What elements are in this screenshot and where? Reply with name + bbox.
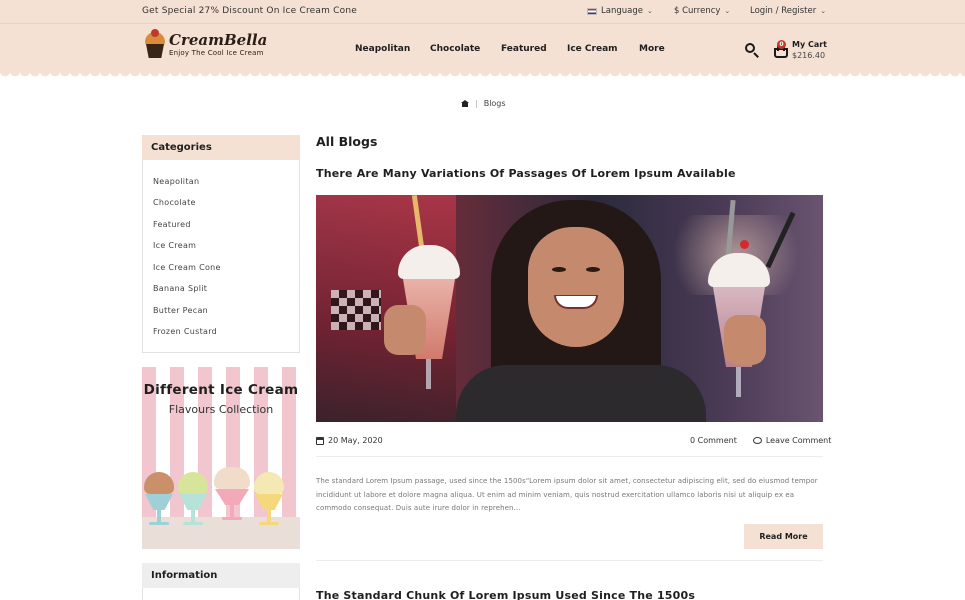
ice-cream-bowl-image xyxy=(214,467,250,520)
ice-cream-cup-icon xyxy=(144,29,166,60)
post-title[interactable]: The Standard Chunk Of Lorem Ipsum Used S… xyxy=(316,589,695,600)
nav-item-neapolitan[interactable]: Neapolitan xyxy=(355,44,410,54)
category-item-frozen-custard[interactable]: Frozen Custard xyxy=(153,327,217,336)
divider xyxy=(316,560,823,561)
logo[interactable]: CreamBella Enjoy The Cool Ice Cream xyxy=(144,29,268,60)
brand-tagline: Enjoy The Cool Ice Cream xyxy=(169,49,264,57)
nav-item-ice-cream[interactable]: Ice Cream xyxy=(567,44,618,54)
breadcrumb-separator: | xyxy=(475,99,478,108)
promo-banner[interactable]: Different Ice Cream Flavours Collection xyxy=(142,367,300,549)
currency-selector[interactable]: $ Currency ⌄ xyxy=(674,6,730,16)
ice-cream-bowl-image xyxy=(178,472,208,525)
categories-list: Neapolitan Chocolate Featured Ice Cream … xyxy=(142,160,300,353)
comment-icon xyxy=(752,437,762,444)
post-excerpt: The standard Lorem Ipsum passage, used s… xyxy=(316,477,818,512)
currency-label: $ Currency xyxy=(674,6,721,16)
calendar-icon xyxy=(316,436,324,445)
cart-count-badge: 0 xyxy=(777,40,786,49)
language-label: Language xyxy=(601,6,643,16)
category-item-butter-pecan[interactable]: Butter Pecan xyxy=(153,306,208,315)
post-comment-links: 0 Comment Leave Comment xyxy=(690,436,831,445)
nav-item-more[interactable]: More xyxy=(639,44,665,54)
category-item-banana-split[interactable]: Banana Split xyxy=(153,284,207,293)
chevron-down-icon: ⌄ xyxy=(820,7,827,15)
search-icon[interactable] xyxy=(745,43,759,58)
nav-item-featured[interactable]: Featured xyxy=(501,44,547,54)
page-title: All Blogs xyxy=(316,134,378,149)
promo-text: Get Special 27% Discount On Ice Cream Co… xyxy=(142,6,357,16)
categories-heading: Categories xyxy=(142,135,300,160)
information-list xyxy=(142,588,300,600)
category-item-ice-cream-cone[interactable]: Ice Cream Cone xyxy=(153,263,221,272)
information-heading: Information xyxy=(142,563,300,588)
flag-icon xyxy=(587,7,597,15)
post-featured-image[interactable] xyxy=(316,195,823,422)
ice-cream-bowl-image xyxy=(254,472,284,525)
banner-subtitle: Flavours Collection xyxy=(168,403,274,416)
divider xyxy=(316,456,823,457)
banner-title: Different Ice Cream xyxy=(143,382,299,398)
post-date-text: 20 May, 2020 xyxy=(328,436,383,445)
home-icon[interactable] xyxy=(461,100,469,107)
brand-name: CreamBella xyxy=(169,31,268,49)
nav-item-chocolate[interactable]: Chocolate xyxy=(430,44,480,54)
breadcrumb: | Blogs xyxy=(461,99,506,108)
account-menu[interactable]: Login / Register ⌄ xyxy=(750,6,826,16)
top-bar: Get Special 27% Discount On Ice Cream Co… xyxy=(0,0,965,24)
chevron-down-icon: ⌄ xyxy=(646,7,653,15)
language-selector[interactable]: Language ⌄ xyxy=(587,6,653,16)
leave-comment-link[interactable]: Leave Comment xyxy=(766,436,832,445)
category-item-ice-cream[interactable]: Ice Cream xyxy=(153,241,196,250)
breadcrumb-current: Blogs xyxy=(483,99,506,108)
category-item-chocolate[interactable]: Chocolate xyxy=(153,198,196,207)
comment-count-link[interactable]: 0 Comment xyxy=(690,436,737,445)
chevron-down-icon: ⌄ xyxy=(724,7,731,15)
header-scallop-border xyxy=(0,71,965,79)
read-more-button[interactable]: Read More xyxy=(744,524,823,549)
cart-total: $216.40 xyxy=(792,51,826,60)
category-item-featured[interactable]: Featured xyxy=(153,220,191,229)
cart-label[interactable]: My Cart xyxy=(792,40,827,49)
ice-cream-bowl-image xyxy=(144,472,174,525)
post-title[interactable]: There Are Many Variations Of Passages Of… xyxy=(316,167,736,180)
post-date: 20 May, 2020 xyxy=(316,436,383,445)
account-label: Login / Register xyxy=(750,6,817,16)
category-item-neapolitan[interactable]: Neapolitan xyxy=(153,177,199,186)
